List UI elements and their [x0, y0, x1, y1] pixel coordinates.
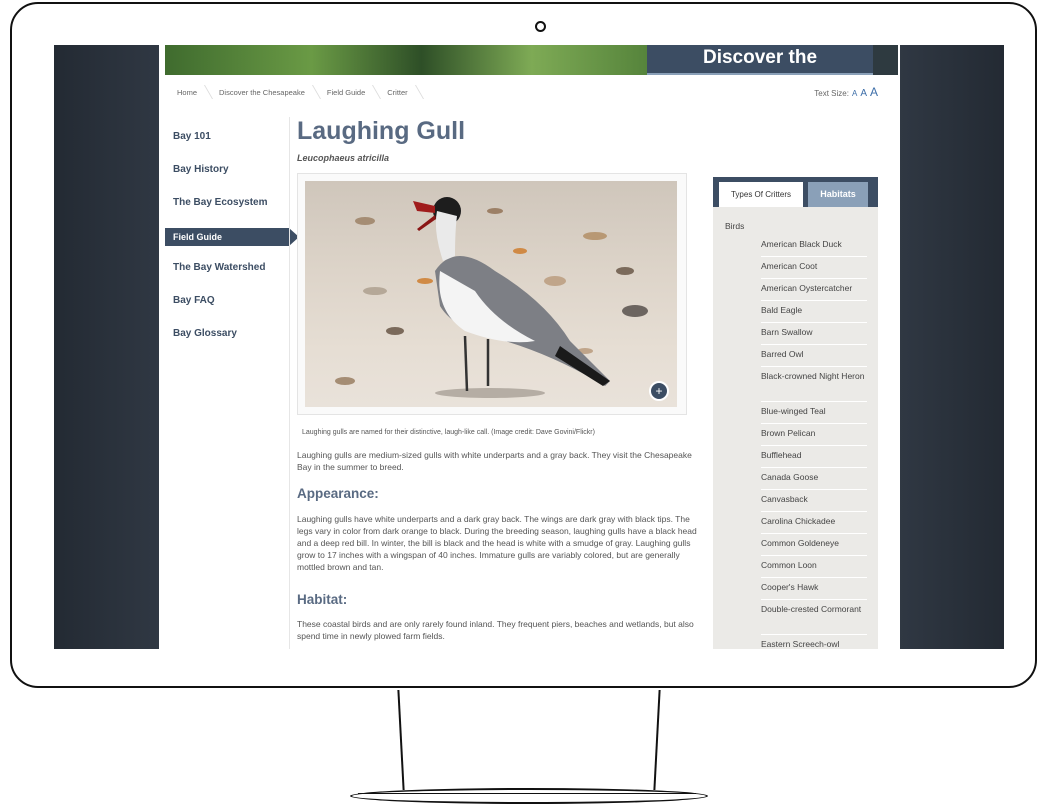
list-item[interactable]: American Oystercatcher	[761, 279, 867, 301]
nav-bay-101[interactable]: Bay 101	[165, 129, 293, 162]
nav-bay-glossary[interactable]: Bay Glossary	[165, 326, 293, 359]
breadcrumb-discover[interactable]: Discover the Chesapeake	[211, 88, 319, 97]
monitor-base	[350, 788, 708, 804]
list-item[interactable]: Carolina Chickadee	[761, 512, 867, 534]
list-item[interactable]: Blue-winged Teal	[761, 402, 867, 424]
nav-field-guide[interactable]: Field Guide	[165, 228, 299, 246]
nav-bay-faq[interactable]: Bay FAQ	[165, 293, 293, 326]
page-title: Laughing Gull	[297, 117, 466, 145]
list-item[interactable]: Canvasback	[761, 490, 867, 512]
photo-caption: Laughing gulls are named for their disti…	[302, 429, 595, 436]
breadcrumb-home[interactable]: Home	[169, 88, 211, 97]
nav-divider	[289, 117, 290, 649]
intro-text: Laughing gulls are medium-sized gulls wi…	[297, 450, 692, 472]
laughing-gull-photo[interactable]: +	[305, 181, 677, 407]
webcam	[535, 21, 546, 32]
list-item[interactable]: Brown Pelican	[761, 424, 867, 446]
breadcrumb-critter: Critter	[379, 88, 421, 97]
breadcrumb: Home Discover the Chesapeake Field Guide…	[169, 83, 422, 101]
critter-sidebar: Types Of Critters Habitats Birds America…	[713, 177, 878, 649]
text-size-small[interactable]: A	[852, 89, 857, 98]
gull-illustration	[335, 197, 648, 398]
tab-types-of-critters[interactable]: Types Of Critters	[719, 182, 803, 207]
category-birds[interactable]: Birds	[725, 221, 744, 231]
list-item[interactable]: Common Goldeneye	[761, 534, 867, 556]
list-item[interactable]: Barred Owl	[761, 345, 867, 367]
appearance-text: Laughing gulls have white underparts and…	[297, 514, 697, 572]
monitor-base-line	[358, 793, 696, 794]
scientific-name: Leucophaeus atricilla	[297, 153, 390, 163]
nav-bay-watershed[interactable]: The Bay Watershed	[165, 260, 293, 293]
text-size-label: Text Size:	[814, 89, 849, 98]
nav-bay-ecosystem[interactable]: The Bay Ecosystem	[165, 195, 293, 228]
appearance-heading: Appearance:	[297, 486, 379, 501]
list-item[interactable]: Cooper's Hawk	[761, 578, 867, 600]
list-item[interactable]: American Black Duck	[761, 235, 867, 257]
habitat-heading: Habitat:	[297, 592, 348, 607]
list-item[interactable]: Eastern Screech-owl	[761, 635, 867, 649]
list-item[interactable]: American Coot	[761, 257, 867, 279]
header-banner: Discover the Chesapeake	[165, 45, 898, 75]
list-item[interactable]: Common Loon	[761, 556, 867, 578]
text-size-large[interactable]: A	[870, 85, 878, 99]
list-item[interactable]: Double-crested Cormorant	[761, 600, 867, 635]
breadcrumb-field-guide[interactable]: Field Guide	[319, 88, 379, 97]
list-item[interactable]: Bufflehead	[761, 446, 867, 468]
text-size-medium[interactable]: A	[860, 88, 867, 99]
monitor-stand-left	[397, 690, 421, 790]
banner-title[interactable]: Discover the Chesapeake	[647, 45, 873, 75]
list-item[interactable]: Black-crowned Night Heron	[761, 367, 867, 402]
photo-frame: +	[297, 173, 687, 415]
monitor-stand-right	[637, 690, 661, 790]
web-page: Discover the Chesapeake Home Discover th…	[159, 45, 900, 649]
sidebar-tabs: Types Of Critters Habitats	[713, 177, 878, 207]
text-size-control: Text Size: A A A	[814, 85, 878, 99]
screen: Discover the Chesapeake Home Discover th…	[54, 45, 1004, 649]
zoom-icon[interactable]: +	[649, 381, 669, 401]
nav-bay-history[interactable]: Bay History	[165, 162, 293, 195]
list-item[interactable]: Canada Goose	[761, 468, 867, 490]
critter-list: American Black Duck American Coot Americ…	[761, 235, 867, 649]
habitat-text: These coastal birds and are only rarely …	[297, 619, 694, 641]
left-nav: Bay 101 Bay History The Bay Ecosystem Fi…	[165, 129, 299, 359]
tab-habitats[interactable]: Habitats	[808, 182, 868, 207]
list-item[interactable]: Barn Swallow	[761, 323, 867, 345]
list-item[interactable]: Bald Eagle	[761, 301, 867, 323]
